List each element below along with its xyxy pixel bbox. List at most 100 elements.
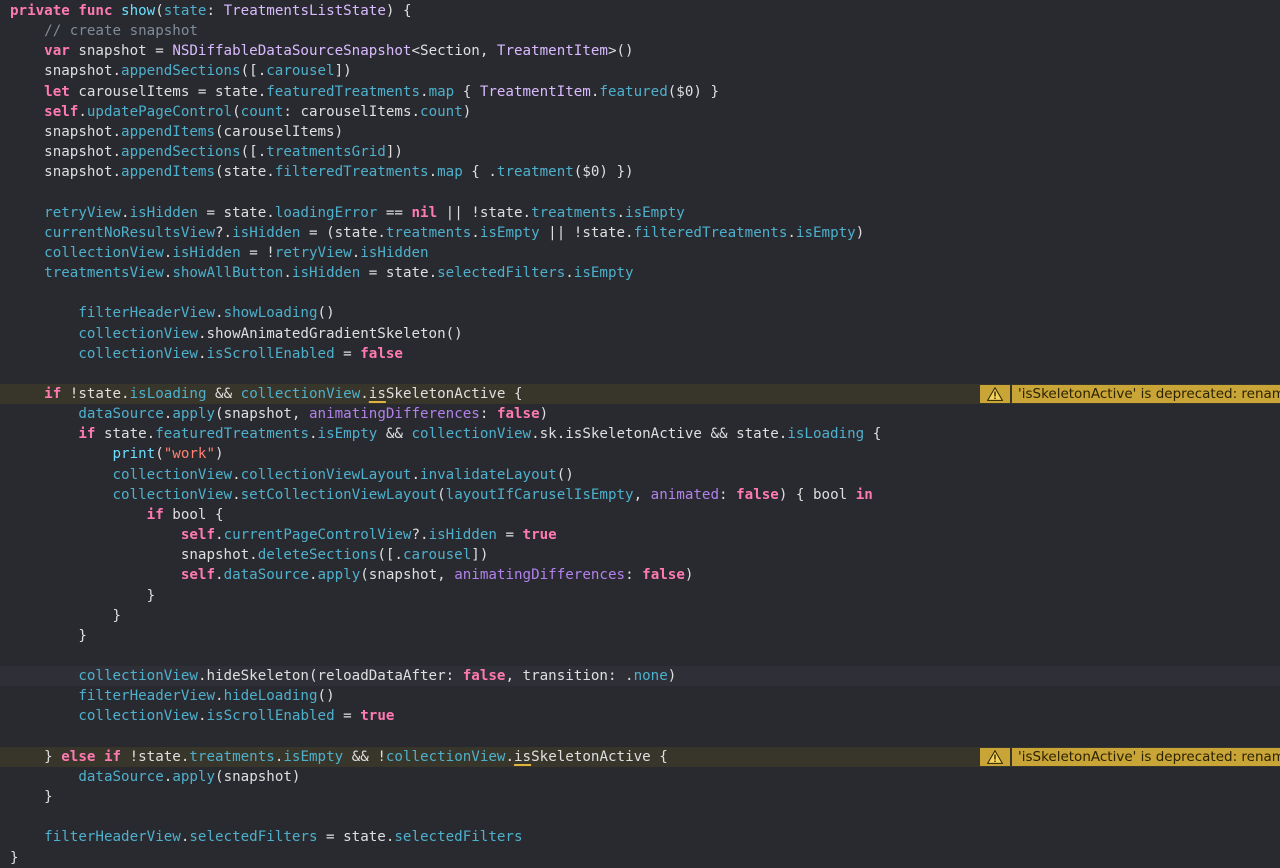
code-token: updatePageControl <box>86 103 233 120</box>
code-token: treatments <box>189 748 275 765</box>
code-token: && <box>377 426 412 443</box>
code-token: layoutIfCaruselIsEmpty <box>445 486 634 503</box>
code-line[interactable] <box>0 646 1280 666</box>
code-token: false <box>360 345 403 362</box>
warning-icon[interactable] <box>980 384 1010 403</box>
code-token: snapshot = <box>78 43 173 60</box>
code-line[interactable]: snapshot.appendItems(state.filteredTreat… <box>0 162 1280 182</box>
code-line[interactable]: snapshot.deleteSections([.carousel]) <box>0 545 1280 565</box>
code-line[interactable]: if bool { <box>0 505 1280 525</box>
code-line[interactable]: filterHeaderView.hideLoading() <box>0 686 1280 706</box>
code-line[interactable]: currentNoResultsView?.isHidden = (state.… <box>0 223 1280 243</box>
code-line[interactable]: collectionView.collectionViewLayout.inva… <box>0 465 1280 485</box>
code-token: selectedFilters <box>394 829 523 846</box>
code-line[interactable]: snapshot.appendSections([.treatmentsGrid… <box>0 142 1280 162</box>
code-token: ( <box>155 446 164 463</box>
code-line[interactable] <box>0 727 1280 747</box>
code-line[interactable]: filterHeaderView.showLoading() <box>0 303 1280 323</box>
code-line[interactable]: filterHeaderView.selectedFilters = state… <box>0 827 1280 847</box>
code-token: . <box>308 426 318 443</box>
code-line[interactable]: } <box>0 586 1280 606</box>
code-token: (carouselItems) <box>215 123 344 140</box>
code-token: . <box>787 224 796 241</box>
code-token: isLoading <box>787 426 865 443</box>
code-line[interactable]: // create snapshot <box>0 21 1280 41</box>
code-line[interactable]: retryView.isHidden = state.loadingError … <box>0 203 1280 223</box>
code-token: = state. <box>197 204 275 221</box>
code-line[interactable]: self.updatePageControl(count: carouselIt… <box>0 102 1280 122</box>
code-token: treatmentsGrid <box>266 144 386 161</box>
code-line[interactable] <box>0 283 1280 303</box>
code-line[interactable]: } <box>0 787 1280 807</box>
code-token: appendItems <box>121 164 216 181</box>
code-token: TreatmentItem <box>496 43 608 60</box>
code-token: NSDiffableDataSourceSnapshot <box>172 43 412 60</box>
code-token: filterHeaderView <box>78 688 216 705</box>
code-line[interactable]: treatmentsView.showAllButton.isHidden = … <box>0 263 1280 283</box>
code-line[interactable]: let carouselItems = state.featuredTreatm… <box>0 82 1280 102</box>
code-line[interactable]: dataSource.apply(snapshot) <box>0 767 1280 787</box>
code-token: isEmpty <box>625 204 685 221</box>
code-token: map <box>437 164 463 181</box>
code-token: treatment <box>496 164 574 181</box>
code-token: () <box>556 466 574 483</box>
code-token: collectionView <box>411 426 532 443</box>
code-line[interactable]: snapshot.appendItems(carouselItems) <box>0 122 1280 142</box>
code-token: collectionView <box>78 345 198 362</box>
code-token: currentPageControlView <box>223 527 412 544</box>
code-token: collectionView <box>78 668 198 685</box>
warning-icon[interactable] <box>980 747 1010 766</box>
code-line[interactable] <box>0 182 1280 202</box>
code-line[interactable]: } <box>0 606 1280 626</box>
code-line[interactable]: collectionView.isScrollEnabled = false <box>0 344 1280 364</box>
code-line[interactable]: private func show(state: TreatmentsListS… <box>0 1 1280 21</box>
code-line[interactable]: dataSource.apply(snapshot, animatingDiff… <box>0 404 1280 424</box>
code-line[interactable]: collectionView.showAnimatedGradientSkele… <box>0 324 1280 344</box>
code-token: featured <box>599 83 668 100</box>
code-line[interactable]: collectionView.isHidden = !retryView.isH… <box>0 243 1280 263</box>
code-token: show <box>121 3 156 19</box>
code-line[interactable]: if state.featuredTreatments.isEmpty && c… <box>0 424 1280 444</box>
code-token: { . <box>462 164 497 181</box>
code-line[interactable]: collectionView.setCollectionViewLayout(l… <box>0 485 1280 505</box>
code-token: && ! <box>343 748 386 765</box>
code-line[interactable]: print("work") <box>0 444 1280 464</box>
code-line-warning[interactable]: if !state.isLoading && collectionView.is… <box>0 383 1280 405</box>
code-token: none <box>633 668 668 685</box>
code-token: . <box>215 305 224 322</box>
code-token: isEmpty <box>573 265 634 282</box>
code-line[interactable]: self.dataSource.apply(snapshot, animatin… <box>0 565 1280 585</box>
code-line[interactable] <box>0 364 1280 384</box>
code-token: && <box>206 385 241 402</box>
code-token: . <box>232 486 241 503</box>
code-token: ([. <box>377 547 403 564</box>
code-token: . <box>420 83 429 100</box>
code-editor[interactable]: private func show(state: TreatmentsListS… <box>0 0 1280 866</box>
code-token: collectionView <box>112 466 233 483</box>
code-line[interactable]: snapshot.appendSections([.carousel]) <box>0 61 1280 81</box>
code-token: collectionViewLayout <box>240 466 412 483</box>
code-token: state <box>163 3 207 19</box>
code-token: let <box>44 83 79 100</box>
code-line[interactable] <box>0 807 1280 827</box>
code-line[interactable]: collectionView.hideSkeleton(reloadDataAf… <box>0 666 1280 687</box>
deprecation-warning[interactable]: 'isSkeletonActive' is deprecated: renam <box>980 384 1280 403</box>
code-token: ) <box>215 446 224 463</box>
code-token: !state. <box>61 385 130 402</box>
code-line[interactable]: var snapshot = NSDiffableDataSourceSnaps… <box>0 41 1280 61</box>
code-line[interactable]: self.currentPageControlView?.isHidden = … <box>0 525 1280 545</box>
code-line[interactable]: } <box>0 626 1280 646</box>
code-token: <Section, <box>411 43 497 60</box>
code-token: !state. <box>121 748 190 765</box>
code-token: collectionView <box>385 748 506 765</box>
code-line[interactable]: collectionView.isScrollEnabled = true <box>0 706 1280 726</box>
code-line-warning[interactable]: } else if !state.treatments. isEmpty && !… <box>0 746 1280 767</box>
deprecation-warning[interactable]: 'isSkeletonActive' is deprecated: renam <box>980 747 1280 766</box>
